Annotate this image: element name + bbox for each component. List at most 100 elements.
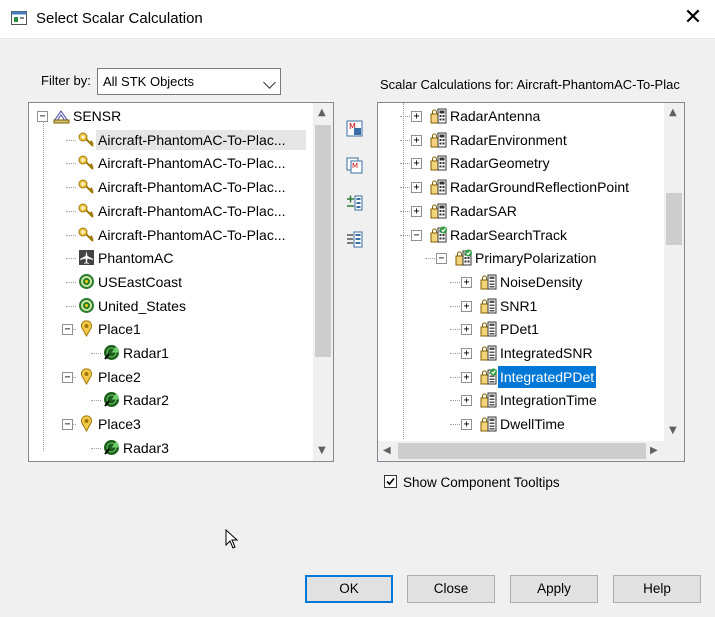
collapse-icon[interactable]: − xyxy=(62,419,73,431)
expand-icon[interactable]: + xyxy=(461,276,472,288)
scalar-calc-item[interactable]: + RadarGroundReflectionPoint xyxy=(378,176,664,198)
place-icon xyxy=(78,415,95,433)
scalar-calc-item[interactable]: + IntegrationTime xyxy=(378,389,664,411)
scalar-calc-item[interactable]: + PDet1 xyxy=(378,318,664,340)
scroll-thumb[interactable] xyxy=(315,125,331,357)
scalar-calc-item-label: RadarEnvironment xyxy=(450,131,567,148)
close-button[interactable]: Close xyxy=(407,575,495,603)
tree-connector xyxy=(66,187,76,189)
scalar-calc-item[interactable]: − PrimaryPolarization xyxy=(378,247,664,269)
expand-icon[interactable]: + xyxy=(411,205,422,217)
scroll-thumb-horizontal[interactable] xyxy=(398,443,646,459)
scalar-calc-hscroll[interactable]: ◀ ▶ xyxy=(378,441,684,461)
scalar-calc-item[interactable]: + DwellTime xyxy=(378,413,664,435)
tree-connector xyxy=(450,329,460,331)
object-tree-item[interactable]: − SENSR xyxy=(29,105,313,127)
duplicate-calc-button[interactable]: M xyxy=(341,153,369,179)
expand-icon[interactable]: + xyxy=(461,395,472,407)
tree-connector xyxy=(450,305,460,307)
close-icon[interactable]: ✕ xyxy=(676,2,710,34)
apply-button[interactable]: Apply xyxy=(510,575,598,603)
scroll-up-icon[interactable]: ▲ xyxy=(318,107,326,119)
scalar-calc-item[interactable]: + SNR1 xyxy=(378,295,664,317)
object-tree-item-label: Aircraft-PhantomAC-To-Plac... xyxy=(98,155,286,172)
show-tooltips-label[interactable]: Show Component Tooltips xyxy=(403,475,560,490)
sensor-icon xyxy=(53,107,70,124)
calc-folder-check-icon xyxy=(455,249,472,266)
scalar-calc-item[interactable]: + NoiseDensity xyxy=(378,271,664,293)
object-tree-item[interactable]: Aircraft-PhantomAC-To-Plac... xyxy=(29,129,313,151)
scalar-calc-item[interactable]: + IntegratedSNR xyxy=(378,342,664,364)
window-title: Select Scalar Calculation xyxy=(36,10,203,27)
key-icon xyxy=(78,178,95,195)
expand-icon[interactable]: + xyxy=(461,419,472,431)
filter-select[interactable]: All STK Objects xyxy=(97,68,281,95)
collapse-icon[interactable]: − xyxy=(436,253,447,265)
chevron-down-icon[interactable] xyxy=(263,76,276,89)
object-tree-item-label: Place1 xyxy=(98,321,141,338)
expand-icon[interactable]: + xyxy=(411,111,422,122)
calc-item-icon xyxy=(480,273,497,290)
object-tree-item[interactable]: Aircraft-PhantomAC-To-Plac... xyxy=(29,176,313,198)
area-target-icon xyxy=(78,297,95,314)
new-calc-button[interactable]: M xyxy=(341,116,369,142)
scalar-calc-vscroll[interactable]: ▲ ▼ xyxy=(664,103,684,441)
object-tree-item[interactable]: United_States xyxy=(29,295,313,317)
collapse-icon[interactable]: − xyxy=(62,371,73,383)
scalar-calc-item[interactable]: + RadarAntenna xyxy=(378,105,664,127)
scalar-calc-item[interactable]: + IntegratedPDet xyxy=(378,365,664,388)
tree-connector xyxy=(400,116,410,117)
object-tree-item[interactable]: Radar1 xyxy=(29,342,313,364)
ok-button[interactable]: OK xyxy=(305,575,393,603)
scalar-calc-item-label: IntegratedSNR xyxy=(500,345,593,361)
expand-icon[interactable]: + xyxy=(461,324,472,336)
object-tree-item[interactable]: − Place2 xyxy=(29,366,313,388)
object-tree-item[interactable]: Radar2 xyxy=(29,389,313,411)
scroll-down-icon[interactable]: ▼ xyxy=(669,425,677,437)
scalar-calc-tree[interactable]: + RadarAntenna + RadarEnvironment + RadarGeom… xyxy=(377,102,685,462)
scalar-calc-item[interactable]: + RadarEnvironment xyxy=(378,129,664,151)
scalar-calc-item-label: NoiseDensity xyxy=(500,273,583,290)
scroll-left-icon[interactable]: ◀ xyxy=(383,445,391,457)
place-icon xyxy=(78,368,95,385)
scalar-calc-item[interactable]: − RadarSearchTrack xyxy=(378,224,664,246)
help-button[interactable]: Help xyxy=(613,575,701,603)
filter-select-value: All STK Objects xyxy=(103,74,195,89)
object-tree-item[interactable]: Aircraft-PhantomAC-To-Plac... xyxy=(29,200,313,222)
expand-icon[interactable]: + xyxy=(461,300,472,312)
scroll-right-icon[interactable]: ▶ xyxy=(650,445,658,457)
expand-icon[interactable]: + xyxy=(461,371,472,383)
radar-icon xyxy=(103,391,120,408)
scalar-calc-item-label: PDet1 xyxy=(500,321,539,338)
object-tree-item[interactable]: PhantomAC xyxy=(29,247,313,269)
expand-icon[interactable]: + xyxy=(461,348,472,359)
object-tree-item[interactable]: − Place3 xyxy=(29,413,313,435)
scroll-up-icon[interactable]: ▲ xyxy=(669,107,677,119)
tree-connector xyxy=(450,353,460,354)
calc-folder-icon xyxy=(430,107,447,124)
edit-calc-button[interactable] xyxy=(341,190,369,216)
expand-icon[interactable]: + xyxy=(411,182,422,194)
expand-icon[interactable]: + xyxy=(411,134,422,146)
scroll-thumb[interactable] xyxy=(666,193,682,245)
object-tree-item-label: Radar1 xyxy=(123,345,169,361)
tree-connector xyxy=(43,121,44,451)
duplicate-calc-icon: M xyxy=(346,157,363,174)
collapse-icon[interactable]: − xyxy=(62,324,73,336)
scroll-down-icon[interactable]: ▼ xyxy=(318,445,326,457)
calc-folder-icon xyxy=(430,131,447,148)
object-tree[interactable]: − SENSR Aircraft-PhantomAC-To-Plac... Aircr… xyxy=(28,102,334,462)
calc-folder-check-icon xyxy=(430,226,447,243)
scalar-calc-item[interactable]: + RadarSAR xyxy=(378,200,664,222)
object-tree-vscroll[interactable]: ▲ ▼ xyxy=(313,103,333,461)
show-tooltips-checkbox[interactable] xyxy=(384,475,397,488)
object-tree-item[interactable]: − Place1 xyxy=(29,318,313,340)
scalar-calc-item[interactable]: + RadarGeometry xyxy=(378,152,664,174)
collapse-icon[interactable]: − xyxy=(411,229,422,241)
object-tree-item[interactable]: Radar3 xyxy=(29,437,313,459)
object-tree-item[interactable]: Aircraft-PhantomAC-To-Plac... xyxy=(29,224,313,246)
object-tree-item[interactable]: Aircraft-PhantomAC-To-Plac... xyxy=(29,152,313,174)
expand-icon[interactable]: + xyxy=(411,158,422,170)
object-tree-item[interactable]: USEastCoast xyxy=(29,271,313,293)
insert-calc-button[interactable] xyxy=(341,227,369,253)
